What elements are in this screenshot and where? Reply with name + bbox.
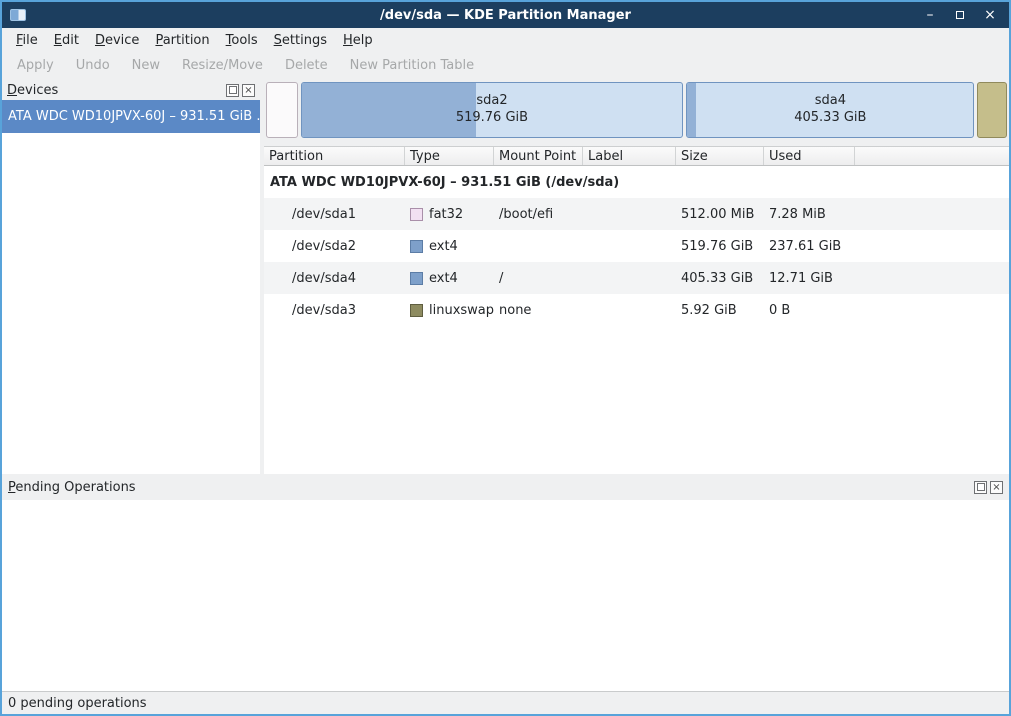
segment-name: sda4 bbox=[815, 93, 846, 110]
pending-operations-title: Pending Operations bbox=[8, 480, 136, 495]
maximize-icon bbox=[956, 11, 964, 19]
menu-tools[interactable]: Tools bbox=[218, 31, 266, 50]
resize-move-button[interactable]: Resize/Move bbox=[171, 55, 274, 76]
partition-segment-sda4[interactable]: sda4 405.33 GiB bbox=[686, 82, 974, 138]
cell-used: 237.61 GiB bbox=[764, 239, 855, 254]
column-header-size[interactable]: Size bbox=[676, 147, 764, 165]
pending-operations-list bbox=[2, 500, 1009, 691]
devices-close-button[interactable]: × bbox=[242, 84, 255, 97]
statusbar: 0 pending operations bbox=[2, 691, 1009, 714]
partition-pane: sda2 519.76 GiB sda4 405.33 GiB Partitio… bbox=[264, 78, 1009, 474]
column-header-label[interactable]: Label bbox=[583, 147, 676, 165]
partition-segment-sda1[interactable] bbox=[266, 82, 298, 138]
menu-help[interactable]: Help bbox=[335, 31, 381, 50]
cell-partition: /dev/sda3 bbox=[264, 303, 405, 318]
segment-size: 405.33 GiB bbox=[794, 110, 866, 127]
menu-file[interactable]: File bbox=[8, 31, 46, 50]
column-header-used[interactable]: Used bbox=[764, 147, 855, 165]
linuxswap-swatch-icon bbox=[410, 304, 423, 317]
kde-partition-manager-window: /dev/sda — KDE Partition Manager – × Fil… bbox=[0, 0, 1011, 716]
segment-size: 519.76 GiB bbox=[456, 110, 528, 127]
new-partition-table-button[interactable]: New Partition Table bbox=[339, 55, 485, 76]
table-row[interactable]: /dev/sda3 linuxswap none 5.92 GiB 0 B bbox=[264, 294, 1009, 326]
pending-close-button[interactable]: × bbox=[990, 481, 1003, 494]
column-header-type[interactable]: Type bbox=[405, 147, 494, 165]
menu-settings[interactable]: Settings bbox=[266, 31, 335, 50]
pending-float-button[interactable] bbox=[974, 481, 987, 494]
pending-operations-header: Pending Operations × bbox=[2, 474, 1009, 500]
fs-type-label: fat32 bbox=[429, 207, 463, 222]
ext4-swatch-icon bbox=[410, 272, 423, 285]
cell-size: 512.00 MiB bbox=[676, 207, 764, 222]
cell-used: 12.71 GiB bbox=[764, 271, 855, 286]
maximize-button[interactable] bbox=[953, 8, 967, 22]
menubar: File Edit Device Partition Tools Setting… bbox=[2, 28, 1009, 52]
cell-type: ext4 bbox=[405, 271, 494, 286]
status-text: 0 pending operations bbox=[8, 696, 147, 711]
devices-float-button[interactable] bbox=[226, 84, 239, 97]
cell-type: fat32 bbox=[405, 207, 494, 222]
partition-segment-sda2[interactable]: sda2 519.76 GiB bbox=[301, 82, 684, 138]
main-area: Devices × ATA WDC WD10JPVX-60J – 931.51 … bbox=[2, 78, 1009, 474]
fs-type-label: ext4 bbox=[429, 239, 458, 254]
menu-partition[interactable]: Partition bbox=[147, 31, 217, 50]
table-header: Partition Type Mount Point Label Size Us… bbox=[264, 146, 1009, 166]
cell-used: 7.28 MiB bbox=[764, 207, 855, 222]
menu-device[interactable]: Device bbox=[87, 31, 147, 50]
new-button[interactable]: New bbox=[121, 55, 171, 76]
used-overlay bbox=[687, 83, 696, 137]
toolbar: Apply Undo New Resize/Move Delete New Pa… bbox=[2, 52, 1009, 78]
cell-partition: /dev/sda4 bbox=[264, 271, 405, 286]
device-row[interactable]: ATA WDC WD10JPVX-60J – 931.51 GiB (/dev/… bbox=[264, 166, 1009, 198]
table-row[interactable]: /dev/sda2 ext4 519.76 GiB 237.61 GiB bbox=[264, 230, 1009, 262]
fs-type-label: linuxswap bbox=[429, 303, 494, 318]
device-item-selected[interactable]: ATA WDC WD10JPVX-60J – 931.51 GiB ... bbox=[2, 100, 260, 133]
cell-type: linuxswap bbox=[405, 303, 494, 318]
delete-button[interactable]: Delete bbox=[274, 55, 339, 76]
undo-button[interactable]: Undo bbox=[65, 55, 121, 76]
cell-partition: /dev/sda2 bbox=[264, 239, 405, 254]
used-overlay bbox=[302, 83, 476, 137]
partition-table: ATA WDC WD10JPVX-60J – 931.51 GiB (/dev/… bbox=[264, 166, 1009, 474]
devices-panel-header: Devices × bbox=[2, 80, 260, 100]
partition-bar-wrap: sda2 519.76 GiB sda4 405.33 GiB bbox=[264, 78, 1009, 146]
column-header-mount-point[interactable]: Mount Point bbox=[494, 147, 583, 165]
partition-segment-sda3[interactable] bbox=[977, 82, 1007, 138]
cell-mount-point: /boot/efi bbox=[494, 207, 583, 222]
table-row[interactable]: /dev/sda1 fat32 /boot/efi 512.00 MiB 7.2… bbox=[264, 198, 1009, 230]
cell-type: ext4 bbox=[405, 239, 494, 254]
cell-partition: /dev/sda1 bbox=[264, 207, 405, 222]
menu-edit[interactable]: Edit bbox=[46, 31, 87, 50]
cell-size: 519.76 GiB bbox=[676, 239, 764, 254]
cell-size: 5.92 GiB bbox=[676, 303, 764, 318]
cell-mount-point: none bbox=[494, 303, 583, 318]
segment-name: sda2 bbox=[476, 93, 507, 110]
cell-size: 405.33 GiB bbox=[676, 271, 764, 286]
partition-bar: sda2 519.76 GiB sda4 405.33 GiB bbox=[266, 82, 1007, 138]
column-header-filler bbox=[855, 147, 1009, 165]
ext4-swatch-icon bbox=[410, 240, 423, 253]
pending-operations-panel: Pending Operations × bbox=[2, 474, 1009, 691]
devices-panel: Devices × ATA WDC WD10JPVX-60J – 931.51 … bbox=[2, 78, 260, 474]
table-row[interactable]: /dev/sda4 ext4 / 405.33 GiB 12.71 GiB bbox=[264, 262, 1009, 294]
close-button[interactable]: × bbox=[983, 8, 997, 22]
cell-used: 0 B bbox=[764, 303, 855, 318]
minimize-button[interactable]: – bbox=[923, 8, 937, 22]
app-icon bbox=[10, 9, 26, 21]
window-title: /dev/sda — KDE Partition Manager bbox=[2, 8, 1009, 23]
fat32-swatch-icon bbox=[410, 208, 423, 221]
device-list: ATA WDC WD10JPVX-60J – 931.51 GiB ... bbox=[2, 100, 260, 474]
titlebar[interactable]: /dev/sda — KDE Partition Manager – × bbox=[2, 2, 1009, 28]
column-header-partition[interactable]: Partition bbox=[264, 147, 405, 165]
devices-panel-title: Devices bbox=[7, 83, 58, 98]
fs-type-label: ext4 bbox=[429, 271, 458, 286]
cell-mount-point: / bbox=[494, 271, 583, 286]
apply-button[interactable]: Apply bbox=[6, 55, 65, 76]
